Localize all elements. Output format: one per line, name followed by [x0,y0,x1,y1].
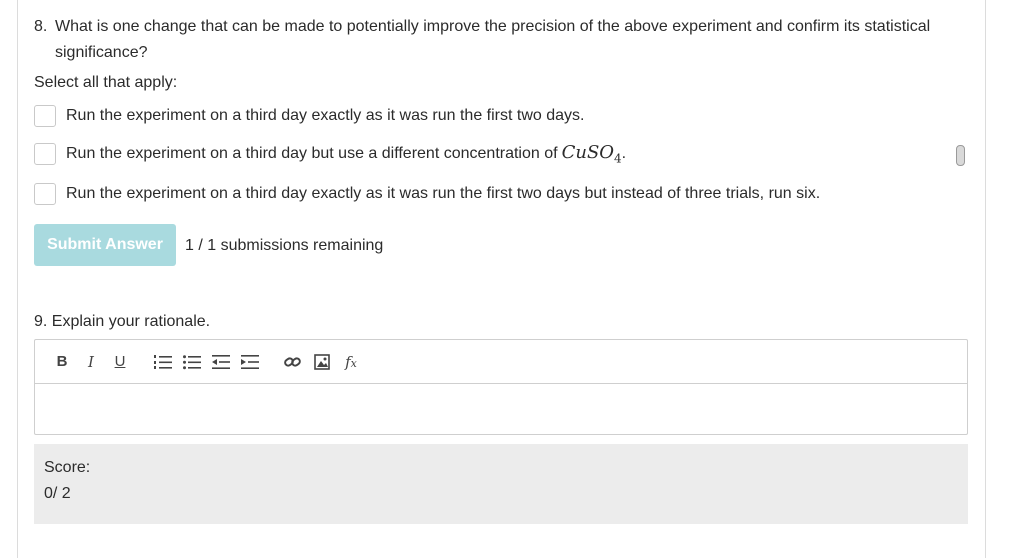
score-label: Score: [44,459,91,476]
bullet-list-icon[interactable] [181,351,203,373]
underline-button[interactable]: U [109,351,131,373]
scrollbar-thumb[interactable] [956,145,965,166]
option-3-checkbox[interactable] [34,183,56,205]
editor-toolbar: B I U fx [35,340,967,384]
image-icon[interactable] [311,351,333,373]
option-2[interactable]: Run the experiment on a third day but us… [34,141,626,167]
select-instruction: Select all that apply: [34,74,178,91]
option-1[interactable]: Run the experiment on a third day exactl… [34,103,584,129]
question-number: 8. [34,18,48,35]
option-1-label[interactable]: Run the experiment on a third day exactl… [66,107,584,125]
formula-icon[interactable]: fx [340,351,362,373]
submit-answer-button[interactable]: Submit Answer [34,224,176,266]
submissions-remaining: 1 / 1 submissions remaining [185,237,384,254]
link-icon[interactable] [282,351,304,373]
outdent-icon[interactable] [210,351,232,373]
rich-text-editor[interactable]: B I U fx [34,339,968,435]
option-1-checkbox[interactable] [34,105,56,127]
option-2-checkbox[interactable] [34,143,56,165]
indent-icon[interactable] [239,351,261,373]
option-2-formula: CuSO4 [561,142,622,166]
numbered-list-icon[interactable] [152,351,174,373]
italic-button[interactable]: I [80,351,102,373]
score-value: 0/ 2 [44,485,71,502]
question-9-text: 9. Explain your rationale. [34,313,211,330]
option-3[interactable]: Run the experiment on a third day exactl… [34,181,820,207]
bold-button[interactable]: B [51,351,73,373]
score-panel: Score: 0/ 2 [34,444,968,524]
option-3-label[interactable]: Run the experiment on a third day exactl… [66,185,820,203]
option-2-label[interactable]: Run the experiment on a third day but us… [66,145,558,163]
answer-textarea[interactable] [35,384,967,434]
question-8-text: 8. What is one change that can be made to… [34,14,964,66]
